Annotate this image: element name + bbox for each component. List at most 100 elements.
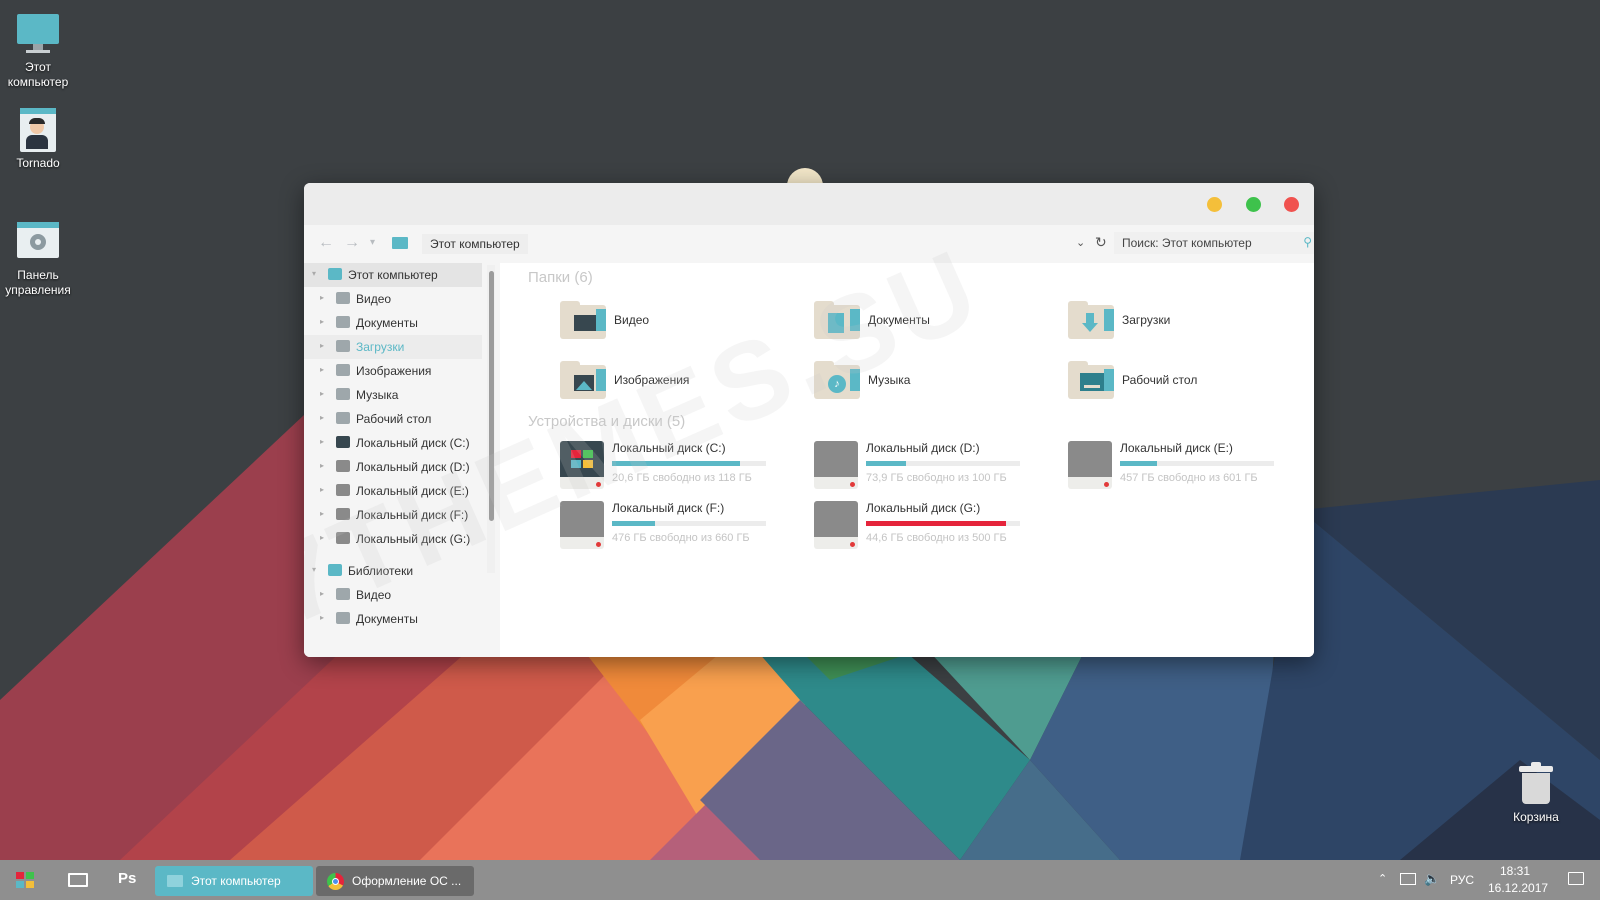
sidebar-item-label: Локальный диск (D:) xyxy=(356,460,470,474)
drive-usage-bar xyxy=(1120,461,1274,466)
desktop-folder-icon xyxy=(1068,361,1116,399)
sidebar-item-library-video[interactable]: ▸ Видео xyxy=(304,583,482,607)
expand-chevron-icon[interactable]: ▸ xyxy=(320,437,324,446)
pictures-folder-icon xyxy=(560,361,608,399)
windows-start-icon[interactable] xyxy=(16,872,34,888)
expand-chevron-icon[interactable]: ▸ xyxy=(320,317,324,326)
user-avatar-icon xyxy=(14,108,62,152)
forward-arrow-icon[interactable]: → xyxy=(344,234,360,252)
expand-chevron-icon[interactable]: ▸ xyxy=(320,485,324,494)
drive-usage-fill xyxy=(1120,461,1157,466)
network-icon[interactable] xyxy=(1400,873,1416,885)
search-icon[interactable]: ⚲ xyxy=(1303,235,1312,249)
sidebar-item-pictures[interactable]: ▸ Изображения xyxy=(304,359,482,383)
folder-pictures[interactable]: Изображения xyxy=(560,359,800,403)
expand-chevron-icon[interactable]: ▸ xyxy=(320,293,324,302)
sidebar-item-this-pc[interactable]: ▾ Этот компьютер xyxy=(304,263,482,287)
drive-e[interactable]: Локальный диск (E:) 457 ГБ свободно из 6… xyxy=(1068,441,1308,495)
drive-usage-bar xyxy=(612,521,766,526)
expand-chevron-icon[interactable]: ▸ xyxy=(320,509,324,518)
expand-chevron-icon[interactable]: ▸ xyxy=(320,341,324,350)
title-bar[interactable] xyxy=(304,183,1314,225)
drive-g[interactable]: Локальный диск (G:) 44,6 ГБ свободно из … xyxy=(814,501,1054,555)
sidebar-item-desktop[interactable]: ▸ Рабочий стол xyxy=(304,407,482,431)
desktop-icon-this-pc[interactable]: Этот компьютер xyxy=(0,12,76,90)
address-dropdown-icon[interactable]: ⌄ xyxy=(1076,236,1085,249)
folder-label: Документы xyxy=(868,313,930,327)
close-button[interactable] xyxy=(1284,197,1299,212)
sidebar-item-drive-c[interactable]: ▸ Локальный диск (C:) xyxy=(304,431,482,455)
sidebar-item-downloads[interactable]: ▸ Загрузки xyxy=(304,335,482,359)
refresh-icon[interactable]: ↻ xyxy=(1095,234,1107,251)
sidebar-item-label: Локальный диск (F:) xyxy=(356,508,469,522)
expand-chevron-icon[interactable]: ▸ xyxy=(320,365,324,374)
folders-header[interactable]: Папки (6) xyxy=(528,269,593,286)
drive-icon xyxy=(336,436,350,448)
monitor-icon xyxy=(14,12,62,56)
expand-chevron-icon[interactable]: ▸ xyxy=(320,533,324,542)
sidebar-item-label: Этот компьютер xyxy=(348,268,438,282)
drive-c[interactable]: Локальный диск (C:) 20,6 ГБ свободно из … xyxy=(560,441,800,495)
sidebar-item-drive-g[interactable]: ▸ Локальный диск (G:) xyxy=(304,527,482,551)
desktop-icon-label: Этот компьютер xyxy=(7,60,69,89)
taskbar-item-this-pc[interactable]: Этот компьютер xyxy=(155,866,313,896)
chrome-icon-center xyxy=(332,878,339,885)
sidebar-item-drive-f[interactable]: ▸ Локальный диск (F:) xyxy=(304,503,482,527)
breadcrumb[interactable]: Этот компьютер xyxy=(422,234,528,254)
drive-free-space: 457 ГБ свободно из 601 ГБ xyxy=(1120,472,1258,484)
folder-downloads[interactable]: Загрузки xyxy=(1068,299,1308,343)
expand-chevron-icon[interactable]: ▸ xyxy=(320,461,324,470)
expand-chevron-icon[interactable]: ▾ xyxy=(312,269,316,278)
music-folder-icon: ♪ xyxy=(814,361,862,399)
drive-icon xyxy=(336,484,350,496)
expand-chevron-icon[interactable]: ▸ xyxy=(320,613,324,622)
drive-d[interactable]: Локальный диск (D:) 73,9 ГБ свободно из … xyxy=(814,441,1054,495)
maximize-button[interactable] xyxy=(1246,197,1261,212)
folder-documents[interactable]: Документы xyxy=(814,299,1054,343)
drive-icon xyxy=(814,441,858,489)
drives-header[interactable]: Устройства и диски (5) xyxy=(528,413,685,430)
drive-free-space: 20,6 ГБ свободно из 118 ГБ xyxy=(612,472,752,484)
folder-desktop[interactable]: Рабочий стол xyxy=(1068,359,1308,403)
back-arrow-icon[interactable]: ← xyxy=(318,234,334,252)
desktop-icon-control-panel[interactable]: Панель управления xyxy=(0,220,76,298)
taskbar-item-label: Этот компьютер xyxy=(191,874,281,888)
taskbar-item-chrome[interactable]: Оформление ОС ... xyxy=(316,866,474,896)
expand-chevron-icon[interactable]: ▸ xyxy=(320,413,324,422)
task-view-icon[interactable] xyxy=(68,873,88,887)
expand-chevron-icon[interactable]: ▾ xyxy=(312,565,316,574)
sidebar-item-drive-d[interactable]: ▸ Локальный диск (D:) xyxy=(304,455,482,479)
drive-f[interactable]: Локальный диск (F:) 476 ГБ свободно из 6… xyxy=(560,501,800,555)
drive-name: Локальный диск (G:) xyxy=(866,501,981,515)
language-indicator[interactable]: РУС xyxy=(1450,873,1474,887)
folder-label: Видео xyxy=(614,313,650,327)
sidebar-item-label: Загрузки xyxy=(356,340,405,354)
clock-time[interactable]: 18:31 xyxy=(1500,864,1530,878)
desktop-icon-recycle-bin[interactable]: Корзина xyxy=(1498,762,1574,825)
sidebar-item-drive-e[interactable]: ▸ Локальный диск (E:) xyxy=(304,479,482,503)
sidebar-scrollbar-thumb[interactable] xyxy=(489,271,494,521)
sidebar-item-libraries[interactable]: ▾ Библиотеки xyxy=(304,559,482,583)
sidebar-item-music[interactable]: ▸ Музыка xyxy=(304,383,482,407)
sidebar-item-documents[interactable]: ▸ Документы xyxy=(304,311,482,335)
clock-date[interactable]: 16.12.2017 xyxy=(1488,881,1548,895)
volume-icon[interactable]: 🔈 xyxy=(1424,871,1440,887)
notifications-icon[interactable] xyxy=(1568,872,1584,885)
expand-chevron-icon[interactable]: ▸ xyxy=(320,389,324,398)
sidebar-item-label: Рабочий стол xyxy=(356,412,432,426)
sidebar-item-video[interactable]: ▸ Видео xyxy=(304,287,482,311)
minimize-button[interactable] xyxy=(1207,197,1222,212)
folder-video[interactable]: Видео xyxy=(560,299,800,343)
photoshop-icon[interactable]: Ps xyxy=(118,870,136,887)
expand-chevron-icon[interactable]: ▸ xyxy=(320,589,324,598)
downloads-folder-icon xyxy=(336,340,350,352)
drive-icon xyxy=(336,508,350,520)
sidebar-item-library-documents[interactable]: ▸ Документы xyxy=(304,607,482,631)
folder-music[interactable]: ♪ Музыка xyxy=(814,359,1054,403)
navigation-bar: ← → ▾ Этот компьютер ⌄ ↻ Поиск: Этот ком… xyxy=(304,225,1314,263)
sidebar-item-label: Изображения xyxy=(356,364,432,378)
desktop-icon-tornado[interactable]: Tornado xyxy=(0,108,76,171)
show-hidden-icons-icon[interactable]: ⌃ xyxy=(1378,872,1387,885)
recent-chevron-icon[interactable]: ▾ xyxy=(370,237,375,248)
search-input[interactable]: Поиск: Этот компьютер ⚲ xyxy=(1114,232,1314,254)
